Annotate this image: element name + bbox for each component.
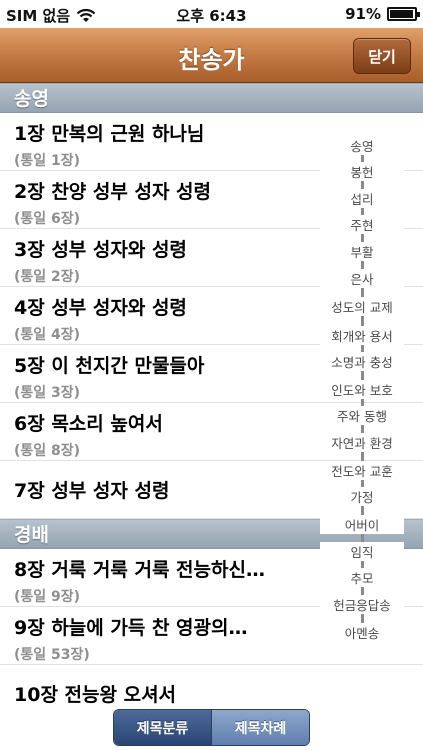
section-index[interactable]: 송영 봉헌 섭리 주현 부활 은사 성도의 교제 회개와 용서 소명과 충성 인… [320,136,404,646]
bottom-bar: 제목분류 제목차례 [0,706,423,750]
index-item[interactable]: 인도와 보호 [320,380,404,399]
segment-category[interactable]: 제목분류 [114,710,211,745]
index-item[interactable]: 추모 [320,568,404,587]
section-header: 송영 [0,83,423,113]
index-item[interactable]: 주현 [320,215,404,234]
index-item[interactable]: 회개와 용서 [320,326,404,345]
segment-order[interactable]: 제목차례 [211,710,309,745]
hymn-title: 7장 성부 성자 성령 [14,480,170,502]
index-item[interactable]: 섭리 [320,189,404,208]
index-item[interactable]: 자연과 환경 [320,433,404,452]
nav-bar: 찬송가 닫기 [0,28,423,83]
battery-icon [387,7,420,21]
index-item[interactable]: 어버이 [320,515,404,534]
list-item[interactable]: 10장 전능왕 오셔서 [0,665,423,706]
close-button[interactable]: 닫기 [353,38,411,74]
status-bar: SIM 없음 오후 6:43 91% [0,0,423,28]
index-item[interactable]: 아멘송 [320,623,404,642]
index-item[interactable]: 주와 동행 [320,406,404,425]
index-item[interactable]: 성도의 교제 [320,297,404,316]
index-item[interactable]: 헌금응답송 [320,595,404,614]
index-item[interactable]: 가정 [320,487,404,506]
index-item[interactable]: 전도와 교훈 [320,461,404,480]
index-item[interactable]: 봉헌 [320,162,404,181]
segmented-control: 제목분류 제목차례 [113,709,310,746]
index-item[interactable]: 부활 [320,242,404,261]
index-item[interactable]: 임직 [320,542,404,561]
index-item[interactable]: 소명과 충성 [320,352,404,371]
index-item[interactable]: 은사 [320,269,404,288]
hymn-title: 10장 전능왕 오셔서 [14,684,177,706]
index-item[interactable]: 송영 [320,136,404,155]
status-right: 91% [345,5,420,23]
battery-percent: 91% [345,5,381,23]
hymn-sub: (통일 53장) [14,647,90,663]
